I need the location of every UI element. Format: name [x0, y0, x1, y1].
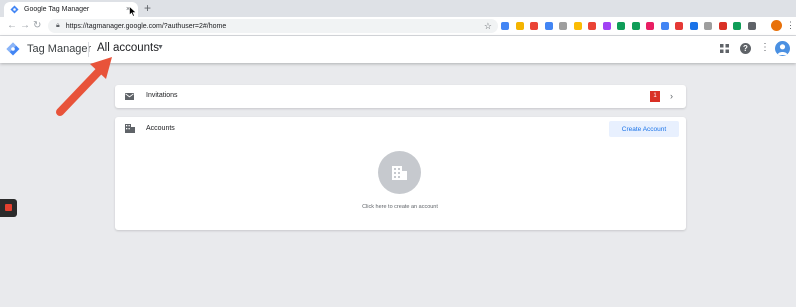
extension-icon[interactable]: [646, 22, 654, 30]
person-icon: [777, 44, 788, 55]
extension-icon[interactable]: [718, 22, 727, 30]
stop-record-icon[interactable]: [5, 204, 12, 211]
extension-icon[interactable]: [501, 22, 509, 30]
browser-menu-icon[interactable]: ⋮: [786, 20, 795, 31]
back-icon[interactable]: ←: [7, 20, 17, 32]
extension-icon[interactable]: [733, 22, 741, 30]
recording-widget[interactable]: [0, 199, 17, 217]
extension-icon[interactable]: [515, 22, 524, 30]
invitations-count-badge: 1: [650, 91, 660, 102]
help-icon[interactable]: ?: [740, 43, 751, 54]
profile-avatar-icon[interactable]: [771, 20, 782, 31]
extension-icon[interactable]: [559, 22, 567, 30]
tag-manager-logo-icon[interactable]: [6, 42, 20, 56]
extension-icon[interactable]: [588, 22, 596, 30]
apps-grid-icon[interactable]: [720, 44, 729, 53]
bookmark-star-icon[interactable]: ☆: [484, 21, 492, 32]
reload-icon[interactable]: ↻: [33, 20, 41, 32]
extension-icon[interactable]: [544, 22, 553, 30]
extension-icon[interactable]: [675, 22, 683, 30]
building-placeholder-icon: [392, 166, 407, 180]
invitations-card[interactable]: Invitations 1 ›: [115, 85, 686, 108]
tab-title: Google Tag Manager: [24, 6, 90, 13]
accounts-label: Accounts: [146, 125, 175, 132]
browser-tab[interactable]: Google Tag Manager ×: [4, 2, 138, 17]
new-tab-icon[interactable]: +: [144, 2, 151, 15]
extension-icon[interactable]: [689, 22, 698, 30]
extension-icon[interactable]: [631, 22, 640, 30]
address-bar[interactable]: 🔒︎ https://tagmanager.google.com/?authus…: [48, 19, 498, 33]
mouse-cursor-icon: [129, 6, 137, 17]
annotation-arrow-icon: [56, 57, 112, 116]
extension-icon[interactable]: [660, 22, 669, 30]
create-account-hint[interactable]: Click here to create an account: [115, 204, 685, 210]
extension-icon[interactable]: [530, 22, 538, 30]
extension-icon[interactable]: [747, 22, 756, 30]
caret-down-icon[interactable]: ▼: [157, 44, 164, 51]
lock-icon: 🔒︎: [56, 22, 60, 29]
forward-icon[interactable]: →: [20, 20, 30, 32]
more-options-icon[interactable]: ⋮: [760, 42, 770, 53]
create-account-placeholder[interactable]: [378, 151, 421, 194]
accounts-card: Accounts Create Account Click here to cr…: [115, 117, 686, 230]
extension-icon[interactable]: [602, 22, 611, 30]
extension-icon[interactable]: [704, 22, 712, 30]
invitations-label: Invitations: [146, 92, 178, 99]
chevron-right-icon[interactable]: ›: [670, 91, 673, 101]
browser-tab-strip: Google Tag Manager × +: [0, 0, 796, 17]
browser-toolbar: ← → ↻ 🔒︎ https://tagmanager.google.com/?…: [0, 17, 796, 36]
user-avatar[interactable]: [775, 41, 790, 56]
tag-manager-favicon-icon: [10, 5, 19, 14]
extension-icon[interactable]: [573, 22, 582, 30]
extension-icon[interactable]: [617, 22, 625, 30]
url-text: https://tagmanager.google.com/?authuser=…: [65, 22, 227, 30]
create-account-button[interactable]: Create Account: [609, 121, 679, 137]
